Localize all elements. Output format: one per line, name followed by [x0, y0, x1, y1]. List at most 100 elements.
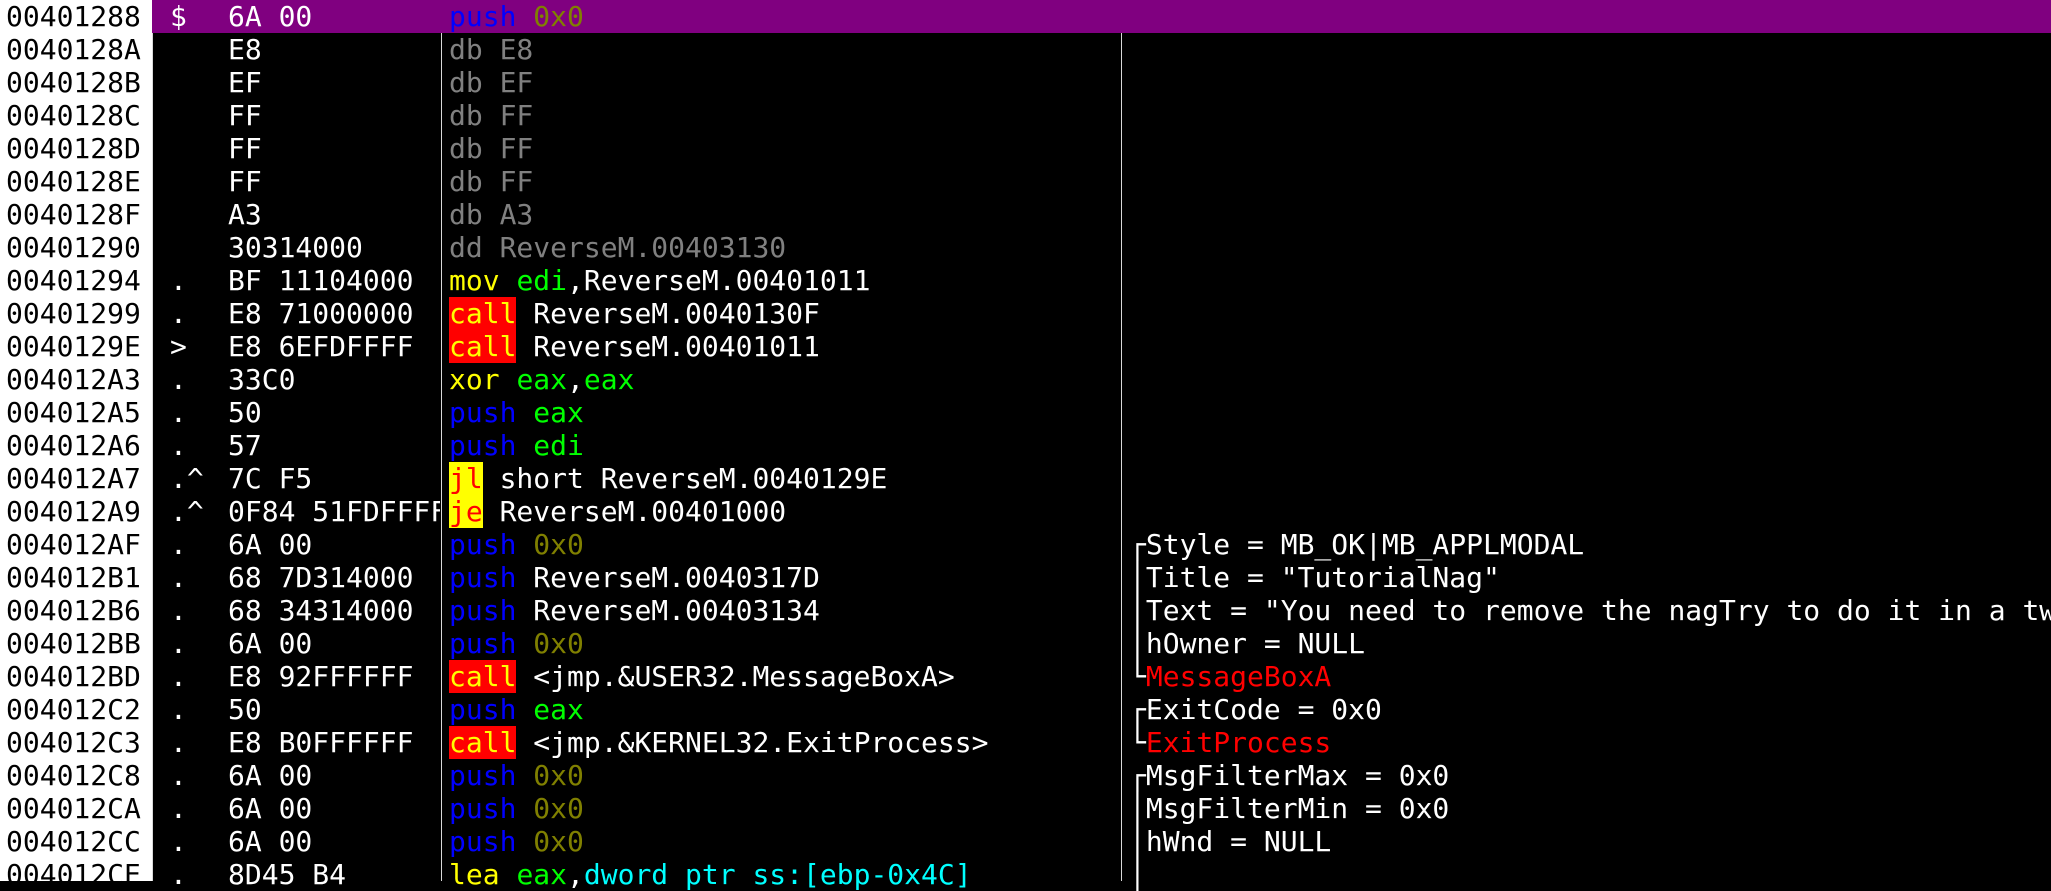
- jump-marker: [170, 33, 222, 66]
- instruction-row[interactable]: 00401290 30314000 dd ReverseM.00403130: [0, 231, 2051, 264]
- opcode-bytes: 6A 00: [228, 627, 313, 660]
- instruction-row[interactable]: 0040129E > E8 6EFDFFFF call ReverseM.004010…: [0, 330, 2051, 363]
- jump-marker: [170, 66, 222, 99]
- comment: ┌MsgFilterMax = 0x0: [1129, 759, 2051, 792]
- mnemonic: push: [449, 396, 517, 429]
- comment: [1129, 0, 2051, 33]
- instruction-row[interactable]: 004012B1. 68 7D314000 push ReverseM.004031…: [0, 561, 2051, 594]
- comment: │hOwner = NULL: [1129, 627, 2051, 660]
- instruction-row[interactable]: 004012A9 .^ 0F84 51FDFFFF je ReverseM.00401…: [0, 495, 2051, 528]
- comment-text: MsgFilterMin = 0x0: [1145, 792, 1450, 825]
- operand: FF: [499, 132, 534, 165]
- instruction-row[interactable]: 004012BB. 6A 00 push 0x0 │hOwner = NULL: [0, 627, 2051, 660]
- mnemonic: je: [449, 495, 483, 528]
- instruction-row[interactable]: 004012B6. 68 34314000 push ReverseM.004031…: [0, 594, 2051, 627]
- mnemonic: dd: [449, 231, 483, 264]
- instruction-address: 00401294: [6, 264, 141, 297]
- opcode-bytes: E8 92FFFFFF: [228, 660, 414, 693]
- instruction-row[interactable]: 0040128E FF db FF: [0, 165, 2051, 198]
- instruction-row[interactable]: 004012CC. 6A 00 push 0x0 │hWnd = NULL: [0, 825, 2051, 858]
- jump-marker: .: [170, 429, 187, 462]
- instruction-address: 0040128F: [6, 198, 141, 231]
- instruction-row[interactable]: 004012CA. 6A 00 push 0x0 │MsgFilterMin = 0x…: [0, 792, 2051, 825]
- instruction-row[interactable]: 00401294. BF 11104000 mov edi,ReverseM.004…: [0, 264, 2051, 297]
- instruction-address: 0040128D: [6, 132, 141, 165]
- selected-instruction-row[interactable]: 00401288 $6A 00 push 0x0: [0, 0, 2051, 33]
- opcode-bytes: 33C0: [228, 363, 296, 396]
- comment: [1129, 462, 2051, 495]
- instruction-row[interactable]: 004012A7 .^ 7C F5 jl short ReverseM.0040129…: [0, 462, 2051, 495]
- mnemonic: push: [449, 759, 517, 792]
- instruction-address: 00401288: [0, 0, 152, 33]
- call-bracket: └: [1129, 726, 1146, 759]
- comment: │: [1129, 858, 2051, 891]
- jump-marker: .: [170, 858, 187, 891]
- opcode-bytes: 30314000: [228, 231, 363, 264]
- mnemonic: lea: [449, 858, 500, 891]
- opcode-bytes: BF 11104000: [228, 264, 414, 297]
- mnemonic: push: [449, 429, 517, 462]
- disassembly-text: lea eax,dword ptr ss:[ebp-0x4C]: [449, 858, 1119, 891]
- opcode-bytes: E8: [228, 33, 262, 66]
- operand: 0x0: [533, 528, 584, 561]
- comment: [1129, 264, 2051, 297]
- disassembly-text: je ReverseM.00401000: [449, 495, 1119, 528]
- instruction-row[interactable]: 004012A3. 33C0 xor eax,eax: [0, 363, 2051, 396]
- disassembly-text: push 0x0: [449, 759, 1119, 792]
- operand: ReverseM.00401011: [583, 264, 871, 297]
- call-bracket: ┌: [1129, 693, 1146, 726]
- comment: [1129, 66, 2051, 99]
- operand: eax: [516, 858, 568, 891]
- operand: FF: [499, 99, 534, 132]
- operand: ReverseM.00403134: [533, 594, 820, 627]
- api-name: MessageBoxA: [1145, 660, 1332, 693]
- instruction-row[interactable]: 004012A5. 50 push eax: [0, 396, 2051, 429]
- comment: [1129, 396, 2051, 429]
- mnemonic: push: [449, 792, 517, 825]
- instruction-row[interactable]: 004012A6. 57 push edi: [0, 429, 2051, 462]
- disassembly-text: push ReverseM.00403134: [449, 594, 1119, 627]
- instruction-row[interactable]: 0040128F A3 db A3: [0, 198, 2051, 231]
- jump-marker: .^: [170, 495, 204, 528]
- instruction-address: 004012BD: [6, 660, 141, 693]
- instruction-address: 004012C3: [6, 726, 141, 759]
- operand: E8: [499, 33, 534, 66]
- instruction-address: 004012C2: [6, 693, 141, 726]
- disassembly-view[interactable]: 00401288 $6A 00 push 0x0 0040128A E8 db E8 004…: [0, 0, 2051, 891]
- instruction-row[interactable]: 004012C8. 6A 00 push 0x0 ┌MsgFilterMax = 0x…: [0, 759, 2051, 792]
- jump-marker: [170, 198, 222, 231]
- instruction-row[interactable]: 0040128A E8 db E8: [0, 33, 2051, 66]
- opcode-bytes: 6A 00: [228, 759, 313, 792]
- instruction-row[interactable]: 004012AF. 6A 00 push 0x0 ┌Style = MB_OK|MB_…: [0, 528, 2051, 561]
- operand: EF: [499, 66, 534, 99]
- instruction-address: 00401290: [6, 231, 141, 264]
- call-bracket: │: [1129, 858, 1146, 891]
- instruction-row[interactable]: 0040128B EF db EF: [0, 66, 2051, 99]
- instruction-row[interactable]: 0040128D FF db FF: [0, 132, 2051, 165]
- operand: eax: [583, 363, 635, 396]
- opcode-bytes: 50: [228, 396, 262, 429]
- disassembly-text: push 0x0: [449, 825, 1119, 858]
- comment: [1129, 198, 2051, 231]
- opcode-bytes: 7C F5: [228, 462, 313, 495]
- opcode-bytes: FF: [228, 132, 262, 165]
- instruction-row[interactable]: 004012BD. E8 92FFFFFF call <jmp.&USER32.Me…: [0, 660, 2051, 693]
- instruction-row[interactable]: 004012C2. 50 push eax ┌ExitCode = 0x0: [0, 693, 2051, 726]
- mnemonic: db: [449, 132, 483, 165]
- comment-text: Text = "You need to remove the nagTry to…: [1145, 594, 2051, 627]
- operand-separator: ,: [567, 264, 584, 297]
- mnemonic: push: [449, 627, 517, 660]
- instruction-row[interactable]: 0040128C FF db FF: [0, 99, 2051, 132]
- jump-marker: >: [170, 330, 187, 363]
- jump-marker: [170, 132, 222, 165]
- instruction-row[interactable]: 004012CE. 8D45 B4 lea eax,dword ptr ss:[eb…: [0, 858, 2051, 891]
- comment: │hWnd = NULL: [1129, 825, 2051, 858]
- jump-marker: .: [170, 660, 187, 693]
- instruction-address: 004012A9: [6, 495, 141, 528]
- instruction-row[interactable]: 00401299. E8 71000000 call ReverseM.004013…: [0, 297, 2051, 330]
- disassembly-text: push 0x0: [449, 627, 1119, 660]
- instruction-row[interactable]: 004012C3. E8 B0FFFFFF call <jmp.&KERNEL32.…: [0, 726, 2051, 759]
- disassembly-text: push eax: [449, 693, 1119, 726]
- disassembly-text: push ReverseM.0040317D: [449, 561, 1119, 594]
- operand: ReverseM.00403130: [499, 231, 787, 264]
